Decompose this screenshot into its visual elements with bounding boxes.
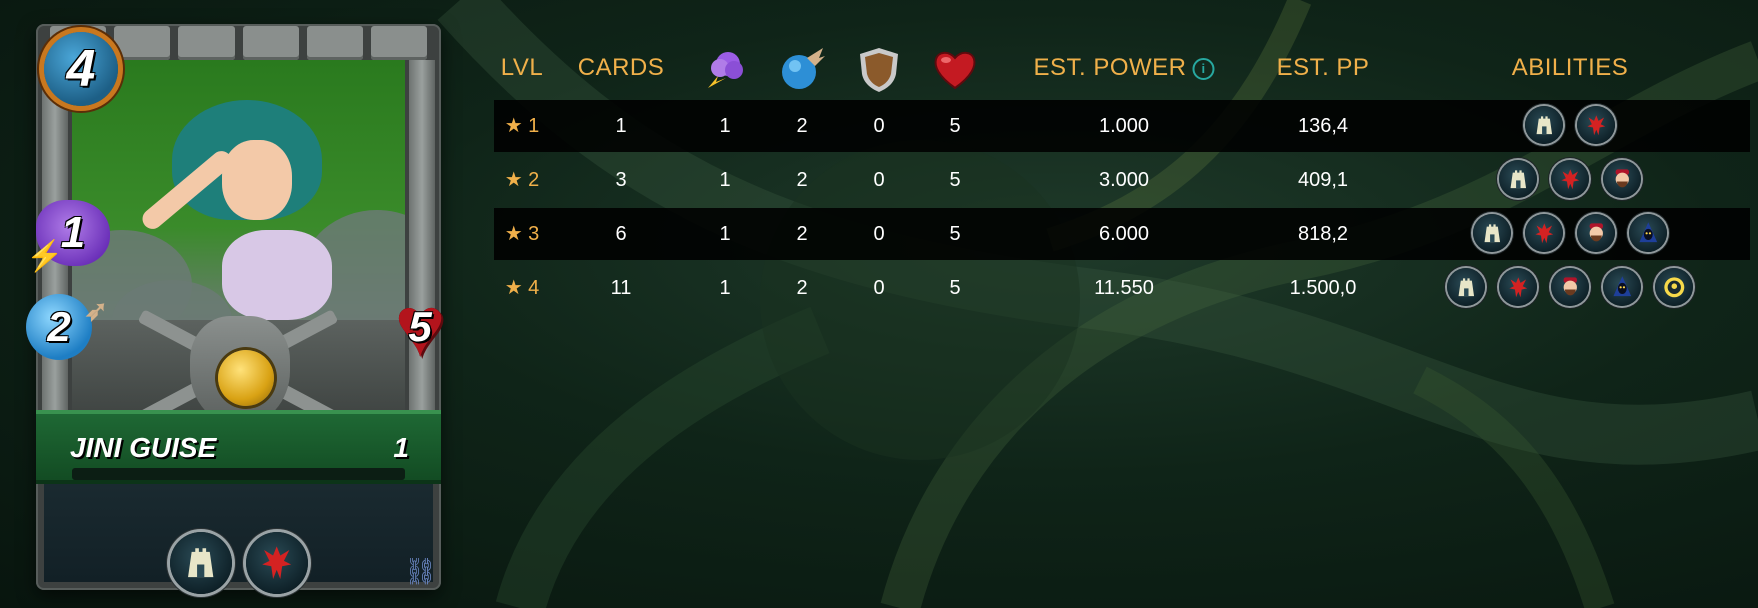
cell-health: 5 bbox=[949, 277, 961, 299]
shield-tower-icon[interactable] bbox=[169, 532, 232, 594]
header-abilities: ABILITIES bbox=[1511, 54, 1629, 81]
magic-stat: 1 ⚡ bbox=[26, 200, 110, 273]
cell-magic: 1 bbox=[719, 223, 731, 245]
cell-speed: 2 bbox=[796, 223, 808, 245]
shield-tower-icon[interactable] bbox=[1499, 160, 1537, 198]
bearded-face-icon[interactable] bbox=[1551, 268, 1589, 306]
health-stat: ♥ 5 bbox=[385, 284, 455, 370]
cell-health: 5 bbox=[949, 169, 961, 191]
cell-health: 5 bbox=[949, 223, 961, 245]
speed-stat: 2 ➶ bbox=[26, 294, 108, 360]
cell-abilities bbox=[1447, 268, 1693, 308]
cell-est-power: 3.000 bbox=[1098, 169, 1150, 191]
demon-mask-icon[interactable] bbox=[245, 532, 308, 594]
card-ability-panel bbox=[44, 484, 433, 594]
cell-lvl: ★ 1 bbox=[504, 115, 540, 137]
cell-est-pp: 1.500,0 bbox=[1289, 277, 1357, 299]
cell-armor: 0 bbox=[873, 169, 885, 191]
demon-mask-icon[interactable] bbox=[1551, 160, 1589, 198]
demon-mask-icon[interactable] bbox=[1577, 106, 1615, 144]
hooded-figure-icon[interactable] bbox=[1629, 214, 1667, 252]
cell-armor: 0 bbox=[873, 277, 885, 299]
cell-est-power: 11.550 bbox=[1094, 277, 1154, 299]
card-xp-bar bbox=[72, 468, 405, 480]
glowing-face-icon[interactable] bbox=[1655, 268, 1693, 306]
header-est-pp: EST. PP bbox=[1276, 54, 1370, 81]
bearded-face-icon[interactable] bbox=[1577, 214, 1615, 252]
cell-cards: 3 bbox=[615, 169, 627, 191]
cell-abilities bbox=[1525, 106, 1615, 146]
cell-magic: 1 bbox=[719, 115, 731, 137]
demon-mask-icon[interactable] bbox=[1499, 268, 1537, 306]
cell-cards: 6 bbox=[615, 223, 627, 245]
cell-speed: 2 bbox=[796, 115, 808, 137]
wing-icon: ➶ bbox=[84, 295, 108, 326]
magic-attack-icon bbox=[708, 52, 743, 88]
card-artwork bbox=[72, 60, 405, 430]
cell-est-pp: 136,4 bbox=[1297, 115, 1349, 137]
info-icon[interactable]: i bbox=[1192, 57, 1215, 80]
armor-shield-icon bbox=[860, 48, 898, 92]
table-row: ★ 4 11 1 2 0 5 11.550 1.500,0 bbox=[494, 262, 1750, 314]
cell-abilities bbox=[1473, 214, 1667, 254]
header-cards: CARDS bbox=[577, 54, 665, 81]
cell-est-pp: 409,1 bbox=[1297, 169, 1349, 191]
cell-magic: 1 bbox=[719, 277, 731, 299]
table-row: ★ 1 1 1 2 0 5 1.000 136,4 bbox=[494, 100, 1750, 152]
bearded-face-icon[interactable] bbox=[1603, 160, 1641, 198]
table-row: ★ 2 3 1 2 0 5 3.000 409,1 bbox=[494, 154, 1750, 206]
table-header: LVL CARDS EST. POWER i EST. PP ABILITIES bbox=[494, 44, 1750, 100]
cell-lvl: ★ 2 bbox=[504, 169, 540, 191]
shield-tower-icon[interactable] bbox=[1447, 268, 1485, 306]
cell-magic: 1 bbox=[719, 169, 731, 191]
shield-tower-icon[interactable] bbox=[1473, 214, 1511, 252]
cell-est-power: 1.000 bbox=[1098, 115, 1150, 137]
cell-est-power: 6.000 bbox=[1098, 223, 1150, 245]
cell-cards: 1 bbox=[615, 115, 627, 137]
demon-mask-icon[interactable] bbox=[1525, 214, 1563, 252]
table-row: ★ 3 6 1 2 0 5 6.000 818,2 bbox=[494, 208, 1750, 260]
cell-lvl: ★ 4 bbox=[504, 277, 540, 299]
health-heart-icon bbox=[934, 51, 976, 90]
cell-cards: 11 bbox=[610, 277, 632, 299]
header-est-power: EST. POWER i bbox=[1033, 54, 1215, 82]
cell-health: 5 bbox=[949, 115, 961, 137]
cell-abilities bbox=[1499, 160, 1641, 200]
cell-armor: 0 bbox=[873, 223, 885, 245]
mana-stat: 4 bbox=[44, 32, 118, 106]
cell-speed: 2 bbox=[796, 277, 808, 299]
shield-tower-icon[interactable] bbox=[1525, 106, 1563, 144]
cell-lvl: ★ 3 bbox=[504, 223, 540, 245]
card-name: JINI GUISE bbox=[70, 432, 217, 463]
hooded-figure-icon[interactable] bbox=[1603, 268, 1641, 306]
monster-card[interactable]: 4 1 ⚡ 2 ➶ ♥ 5 JINI GUISE 1 ⛓ bbox=[26, 24, 446, 594]
level-stats-table: LVL CARDS EST. POWER i EST. PP ABILITIES … bbox=[494, 44, 1750, 306]
cell-speed: 2 bbox=[796, 169, 808, 191]
speed-icon bbox=[782, 48, 825, 89]
header-lvl: LVL bbox=[500, 54, 544, 81]
lightning-bolt-icon: ⚡ bbox=[26, 240, 64, 273]
cell-est-pp: 818,2 bbox=[1297, 223, 1349, 245]
chain-link-icon: ⛓ bbox=[403, 556, 437, 586]
earth-element-gem-icon bbox=[218, 350, 274, 406]
card-level: 1 bbox=[393, 432, 409, 463]
cell-armor: 0 bbox=[873, 115, 885, 137]
